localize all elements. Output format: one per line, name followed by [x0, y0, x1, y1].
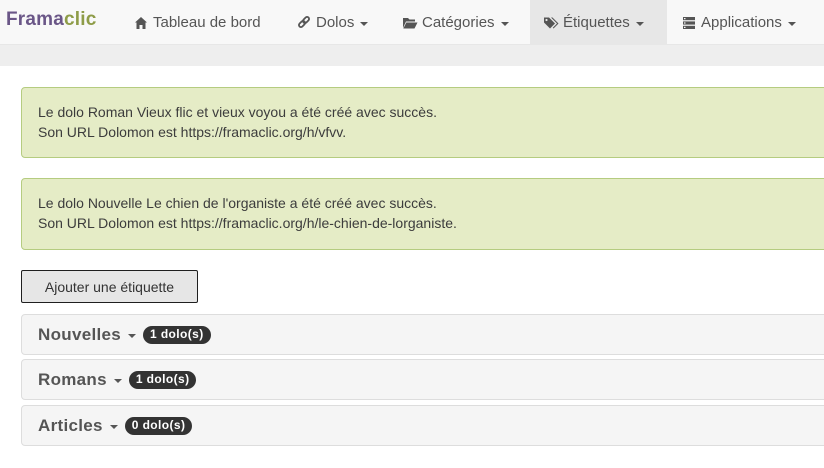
chevron-down-icon: [109, 424, 118, 429]
success-alert: Le dolo Roman Vieux flic et vieux voyou …: [21, 87, 824, 158]
chevron-down-icon: [787, 21, 796, 26]
nav-item-dolos[interactable]: Dolos: [283, 0, 381, 45]
alert-url-line: Son URL Dolomon est https://framaclic.or…: [38, 215, 457, 231]
nav-label-applications: Applications: [701, 14, 782, 31]
brand-logo[interactable]: Framaclic: [6, 9, 97, 31]
home-icon: [133, 15, 149, 31]
success-alert: Le dolo Nouvelle Le chien de l'organiste…: [21, 178, 824, 250]
tag-panel-articles[interactable]: Articles 0 dolo(s): [21, 405, 824, 446]
server-icon: [681, 15, 697, 31]
nav-label-etiquettes: Étiquettes: [563, 14, 630, 31]
tags-icon: [543, 15, 559, 31]
tag-panel-nouvelles[interactable]: Nouvelles 1 dolo(s): [21, 314, 824, 355]
header-band: [0, 45, 824, 66]
nav-label-tableau-de-bord: Tableau de bord: [153, 14, 261, 31]
alert-message-line: Le dolo Nouvelle Le chien de l'organiste…: [38, 195, 437, 211]
chevron-down-icon: [113, 378, 122, 383]
chevron-down-icon: [128, 333, 137, 338]
link-icon: [296, 15, 312, 31]
dolo-count-badge: 0 dolo(s): [124, 416, 193, 435]
nav-item-applications[interactable]: Applications: [668, 0, 809, 45]
brand-part-clic: clic: [64, 9, 97, 30]
nav-item-categories[interactable]: Catégories: [389, 0, 522, 45]
brand-part-frama: Frama: [6, 9, 65, 30]
dolo-count-badge: 1 dolo(s): [128, 370, 197, 389]
tag-name[interactable]: Nouvelles: [38, 325, 121, 345]
dolo-count-badge: 1 dolo(s): [143, 325, 211, 344]
tag-name[interactable]: Romans: [38, 370, 107, 390]
nav-item-etiquettes[interactable]: Étiquettes: [530, 0, 667, 45]
top-navbar: Framaclic Tableau de bord Dolos Catégori…: [0, 0, 824, 45]
chevron-down-icon: [635, 21, 644, 26]
folder-open-icon: [402, 15, 418, 31]
nav-label-categories: Catégories: [422, 14, 495, 31]
alert-url-line: Son URL Dolomon est https://framaclic.or…: [38, 124, 347, 140]
chevron-down-icon: [360, 21, 369, 26]
add-tag-button[interactable]: Ajouter une étiquette: [21, 270, 198, 303]
alert-message-line: Le dolo Roman Vieux flic et vieux voyou …: [38, 104, 437, 120]
nav-item-tableau-de-bord[interactable]: Tableau de bord: [120, 0, 274, 45]
tag-panel-romans[interactable]: Romans 1 dolo(s): [21, 359, 824, 400]
chevron-down-icon: [500, 21, 509, 26]
tag-name[interactable]: Articles: [38, 416, 103, 436]
nav-label-dolos: Dolos: [316, 14, 355, 31]
